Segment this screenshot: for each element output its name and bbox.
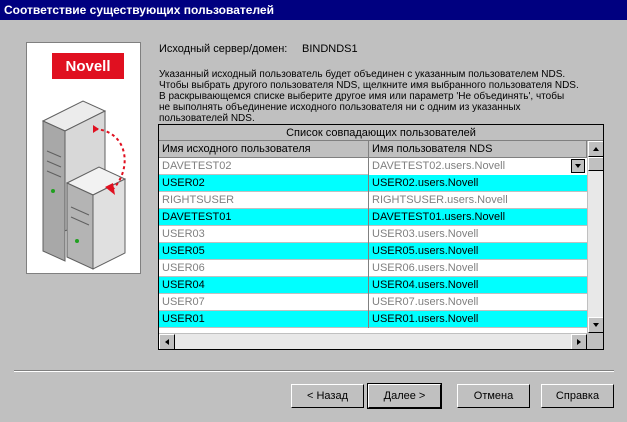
source-server-label: Исходный сервер/домен: bbox=[159, 43, 288, 55]
source-user-cell[interactable]: USER04 bbox=[159, 277, 369, 294]
help-button[interactable]: Справка bbox=[541, 384, 614, 408]
vertical-scroll-thumb[interactable] bbox=[588, 157, 603, 171]
window-title-bar[interactable]: Соответствие существующих пользователей bbox=[0, 0, 627, 20]
servers-illustration-icon bbox=[41, 100, 127, 270]
window-title: Соответствие существующих пользователей bbox=[4, 3, 274, 17]
scroll-down-icon[interactable] bbox=[588, 317, 603, 333]
nds-user-cell[interactable]: RIGHTSUSER.users.Novell bbox=[369, 192, 587, 209]
source-user-cell[interactable]: USER01 bbox=[159, 311, 369, 328]
description-text: Указанный исходный пользователь будет об… bbox=[159, 69, 609, 124]
table-row[interactable]: USER05 USER05.users.Novell bbox=[159, 243, 587, 260]
description-line: Указанный исходный пользователь будет об… bbox=[159, 69, 566, 80]
source-user-cell[interactable]: USER06 bbox=[159, 260, 369, 277]
source-user-cell[interactable]: USER05 bbox=[159, 243, 369, 260]
vertical-scrollbar[interactable] bbox=[587, 141, 603, 333]
source-user-cell[interactable]: USER02 bbox=[159, 175, 369, 192]
nds-user-cell[interactable]: USER06.users.Novell bbox=[369, 260, 587, 277]
cancel-button[interactable]: Отмена bbox=[457, 384, 530, 408]
source-server-value: BINDNDS1 bbox=[302, 43, 358, 55]
chevron-down-icon[interactable] bbox=[571, 159, 585, 173]
source-user-cell[interactable]: USER07 bbox=[159, 294, 369, 311]
divider bbox=[14, 370, 614, 372]
novell-logo: Novell bbox=[52, 53, 124, 79]
nds-user-value: DAVETEST02.users.Novell bbox=[372, 160, 506, 172]
table-row[interactable]: RIGHTSUSER RIGHTSUSER.users.Novell bbox=[159, 192, 587, 209]
nds-user-cell[interactable]: USER05.users.Novell bbox=[369, 243, 587, 260]
back-button[interactable]: < Назад bbox=[291, 384, 364, 408]
table-row[interactable]: USER03 USER03.users.Novell bbox=[159, 226, 587, 243]
table-row[interactable]: USER01 USER01.users.Novell bbox=[159, 311, 587, 328]
table-row[interactable]: DAVETEST01 DAVETEST01.users.Novell bbox=[159, 209, 587, 226]
scroll-up-icon[interactable] bbox=[588, 141, 603, 157]
table-row[interactable]: USER02 USER02.users.Novell bbox=[159, 175, 587, 192]
nds-user-cell[interactable]: USER02.users.Novell bbox=[369, 175, 587, 192]
table-row[interactable]: USER07 USER07.users.Novell bbox=[159, 294, 587, 311]
source-user-cell[interactable]: USER03 bbox=[159, 226, 369, 243]
matching-users-grid[interactable]: Список совпадающих пользователей Имя исх… bbox=[158, 124, 604, 350]
description-line: Чтобы выбрать другого пользователя NDS, … bbox=[159, 80, 579, 91]
nds-user-cell[interactable]: USER04.users.Novell bbox=[369, 277, 587, 294]
table-row[interactable]: USER06 USER06.users.Novell bbox=[159, 260, 587, 277]
source-user-cell[interactable]: RIGHTSUSER bbox=[159, 192, 369, 209]
nds-user-dropdown[interactable]: DAVETEST02.users.Novell bbox=[369, 158, 587, 175]
nds-user-cell[interactable]: USER01.users.Novell bbox=[369, 311, 587, 328]
svg-text:Novell: Novell bbox=[65, 58, 110, 75]
scrollbar-corner bbox=[587, 333, 603, 349]
column-header-nds-user[interactable]: Имя пользователя NDS bbox=[369, 141, 587, 158]
next-button[interactable]: Далее > bbox=[367, 383, 442, 409]
nds-user-cell[interactable]: USER03.users.Novell bbox=[369, 226, 587, 243]
description-line: пользователей NDS. bbox=[159, 113, 255, 124]
horizontal-scrollbar[interactable] bbox=[159, 333, 587, 349]
description-line: не выполнять объединение исходного польз… bbox=[159, 102, 521, 113]
table-row[interactable]: DAVETEST02 DAVETEST02.users.Novell bbox=[159, 158, 587, 175]
nds-user-cell[interactable]: USER07.users.Novell bbox=[369, 294, 587, 311]
nds-user-cell[interactable]: DAVETEST01.users.Novell bbox=[369, 209, 587, 226]
grid-caption: Список совпадающих пользователей bbox=[159, 125, 603, 141]
grid-rows: DAVETEST02 DAVETEST02.users.Novell USER0… bbox=[159, 158, 587, 333]
source-user-cell[interactable]: DAVETEST02 bbox=[159, 158, 369, 175]
scroll-right-icon[interactable] bbox=[571, 334, 587, 349]
column-header-source-user[interactable]: Имя исходного пользователя bbox=[159, 141, 369, 158]
scroll-left-icon[interactable] bbox=[159, 334, 175, 349]
novell-image-panel: Novell bbox=[26, 42, 141, 274]
table-row[interactable]: USER04 USER04.users.Novell bbox=[159, 277, 587, 294]
description-line: В раскрывающемся списке выберите другое … bbox=[159, 91, 565, 102]
source-user-cell[interactable]: DAVETEST01 bbox=[159, 209, 369, 226]
